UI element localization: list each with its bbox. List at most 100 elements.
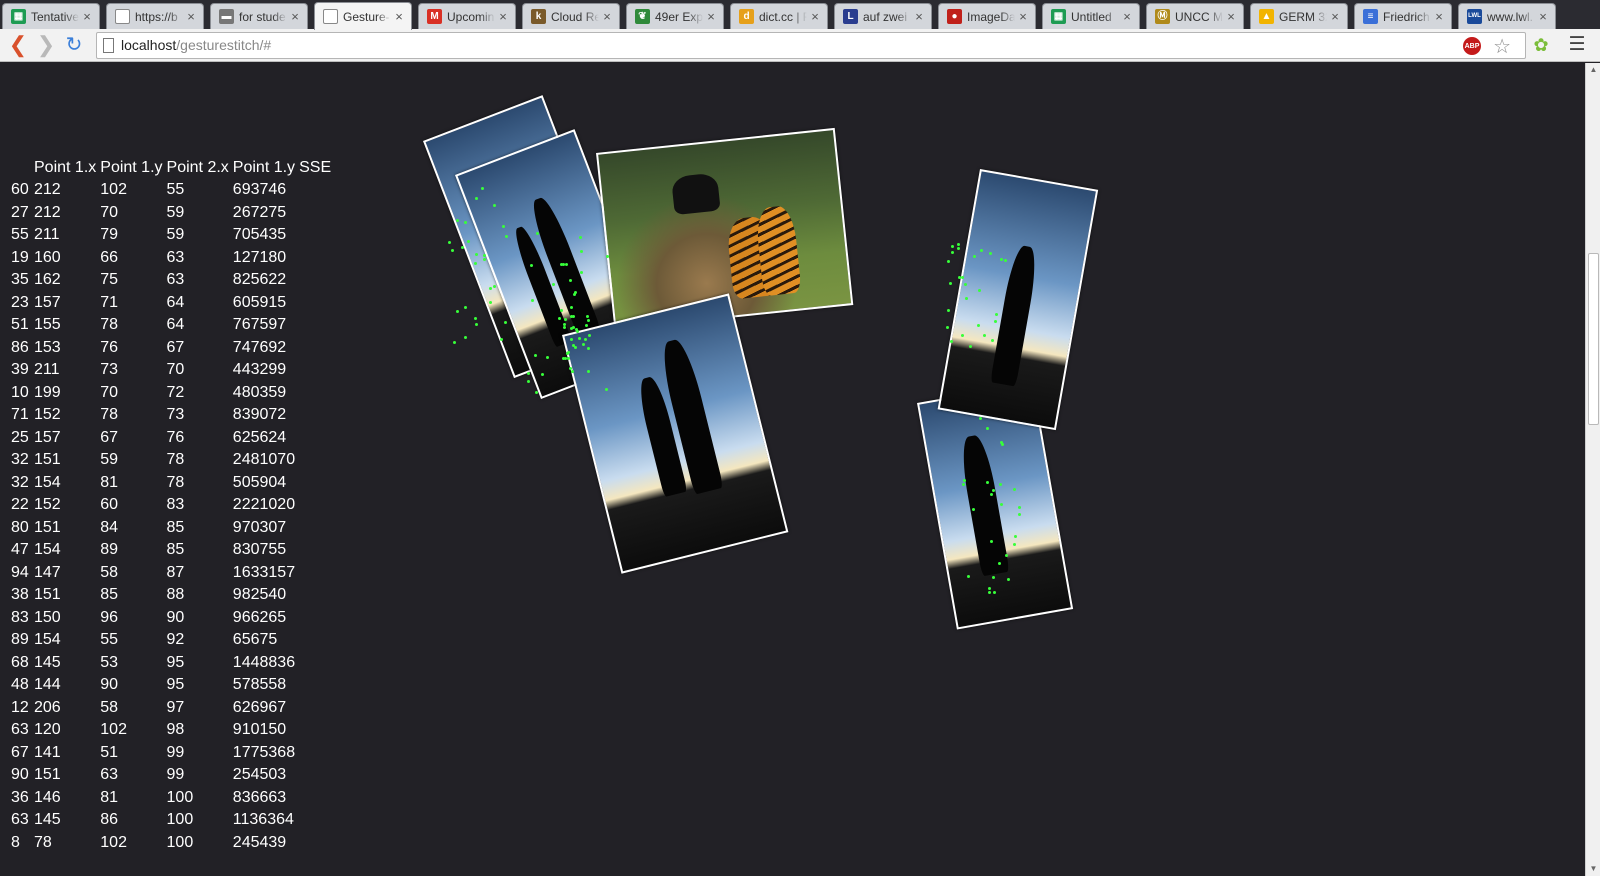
keypoint-dot	[994, 319, 998, 323]
reload-icon[interactable]: ↻	[62, 33, 86, 57]
browser-tab[interactable]: Ⓜ UNCC Mo×	[1146, 3, 1244, 29]
tab-close-icon[interactable]: ×	[1431, 9, 1447, 24]
keypoint-dot	[991, 338, 995, 342]
keypoint-dot	[963, 282, 967, 286]
scroll-up-icon[interactable]: ▲	[1586, 63, 1600, 77]
keypoint-dot	[483, 253, 487, 257]
keypoint-dot	[586, 369, 590, 373]
browser-tab[interactable]: https://b ×	[106, 3, 204, 29]
keypoint-dot	[1013, 487, 1017, 491]
keypoint-dot	[581, 342, 585, 346]
bookmark-star-icon[interactable]: ☆	[1493, 34, 1511, 59]
lwl-icon: LWL	[1467, 9, 1482, 24]
keypoint-dot	[566, 357, 570, 361]
keypoint-dot	[564, 318, 568, 322]
tab-close-icon[interactable]: ×	[703, 9, 719, 24]
keypoint-dot	[488, 286, 492, 290]
extension-leaf-icon[interactable]: ✿	[1530, 34, 1552, 56]
keypoint-dot	[950, 250, 954, 254]
url-text[interactable]: localhost/gesturestitch/#	[121, 37, 271, 53]
keypoint-dot	[571, 314, 575, 318]
tab-close-icon[interactable]: ×	[79, 9, 95, 24]
address-bar[interactable]: localhost/gesturestitch/# ABP ☆	[96, 32, 1526, 59]
keypoint-dot	[976, 324, 980, 328]
forward-icon[interactable]: ❯	[34, 33, 58, 57]
browser-tab[interactable]: ≡ Friedrich ×	[1354, 3, 1452, 29]
browser-tab[interactable]: M Upcomin ×	[418, 3, 516, 29]
folder-icon: ▬	[219, 9, 234, 24]
keypoint-dot	[1007, 577, 1011, 581]
browser-tab[interactable]: ▲ GERM 32 ×	[1250, 3, 1348, 29]
browser-tab[interactable]: ❦ 49er Exp ×	[626, 3, 724, 29]
keypoint-dot	[1017, 505, 1021, 509]
keypoint-dot	[992, 576, 996, 580]
browser-tab[interactable]: k Cloud Re ×	[522, 3, 620, 29]
keypoint-dot	[956, 247, 960, 251]
keypoint-dot	[481, 186, 485, 190]
tab-close-icon[interactable]: ×	[391, 9, 407, 24]
keypoint-dot	[988, 591, 991, 595]
keypoint-dot	[987, 587, 991, 591]
keypoint-dot	[453, 341, 457, 345]
keypoint-dot	[999, 502, 1003, 506]
tab-close-icon[interactable]: ×	[599, 9, 615, 24]
browser-tab[interactable]: ● ImageDat ×	[938, 3, 1036, 29]
keypoint-dot	[978, 288, 982, 292]
tab-title: Tentative	[31, 9, 79, 24]
browser-tab[interactable]: Lauf zwei ×	[834, 3, 932, 29]
vertical-scrollbar[interactable]: ▲ ▼	[1585, 63, 1600, 876]
keypoint-dot	[585, 314, 589, 318]
keypoint-dot	[545, 355, 549, 359]
tab-close-icon[interactable]: ×	[1223, 9, 1239, 24]
tab-title: https://b	[135, 9, 178, 24]
page-content: Point 1.x Point 1.y Point 2.x Point 1.y …	[0, 63, 1585, 876]
back-icon[interactable]: ❮	[6, 33, 30, 57]
browser-tab[interactable]: d dict.cc | F ×	[730, 3, 828, 29]
tab-close-icon[interactable]: ×	[807, 9, 823, 24]
keypoint-dot	[541, 373, 545, 377]
drive-icon: ▲	[1259, 9, 1274, 24]
keypoint-dot	[483, 258, 487, 262]
keypoint-dot	[570, 305, 574, 309]
keypoint-dot	[992, 591, 996, 595]
keypoint-dot	[535, 390, 539, 394]
page-icon	[115, 9, 130, 24]
keypoint-dot	[1005, 553, 1009, 557]
adblock-icon[interactable]: ABP	[1463, 37, 1481, 55]
keypoint-dot	[501, 225, 505, 229]
scroll-thumb[interactable]	[1588, 253, 1599, 425]
tab-close-icon[interactable]: ×	[495, 9, 511, 24]
keypoint-dot	[584, 337, 588, 341]
menu-icon[interactable]: ☰	[1566, 34, 1588, 56]
browser-tab[interactable]: ▬ for stude ×	[210, 3, 308, 29]
keypoint-dot	[1018, 512, 1022, 516]
tab-title: www.lwl.	[1487, 9, 1534, 24]
keypoint-dot	[988, 252, 992, 256]
scroll-down-icon[interactable]: ▼	[1586, 862, 1600, 876]
keypoint-dot	[978, 416, 982, 420]
sheets-icon: ▦	[11, 9, 26, 24]
browser-tab[interactable]: ▦ Untitled ×	[1042, 3, 1140, 29]
tab-title: dict.cc | F	[759, 9, 807, 24]
tab-close-icon[interactable]: ×	[1327, 9, 1343, 24]
keypoint-dot	[492, 204, 496, 208]
keypoint-dot	[1014, 535, 1018, 539]
keypoint-dot	[604, 387, 608, 391]
keypoint-dot	[505, 234, 509, 238]
browser-tab[interactable]: ▦ Tentative ×	[2, 3, 100, 29]
browser-tab[interactable]: Gesture- ×	[314, 2, 412, 30]
tab-close-icon[interactable]: ×	[183, 9, 199, 24]
sheets-icon: ▦	[1051, 9, 1066, 24]
tab-title: Cloud Re	[551, 9, 599, 24]
keypoint-dot	[530, 298, 534, 302]
tab-close-icon[interactable]: ×	[911, 9, 927, 24]
tab-close-icon[interactable]: ×	[1535, 9, 1551, 24]
keypoint-dot	[580, 249, 584, 253]
gmail-icon: M	[427, 9, 442, 24]
keypoint-dot	[947, 309, 951, 313]
browser-tab[interactable]: LWL www.lwl. ×	[1458, 3, 1556, 29]
tab-close-icon[interactable]: ×	[1015, 9, 1031, 24]
keypoint-dot	[574, 291, 578, 295]
tab-close-icon[interactable]: ×	[287, 9, 303, 24]
tab-close-icon[interactable]: ×	[1119, 9, 1135, 24]
